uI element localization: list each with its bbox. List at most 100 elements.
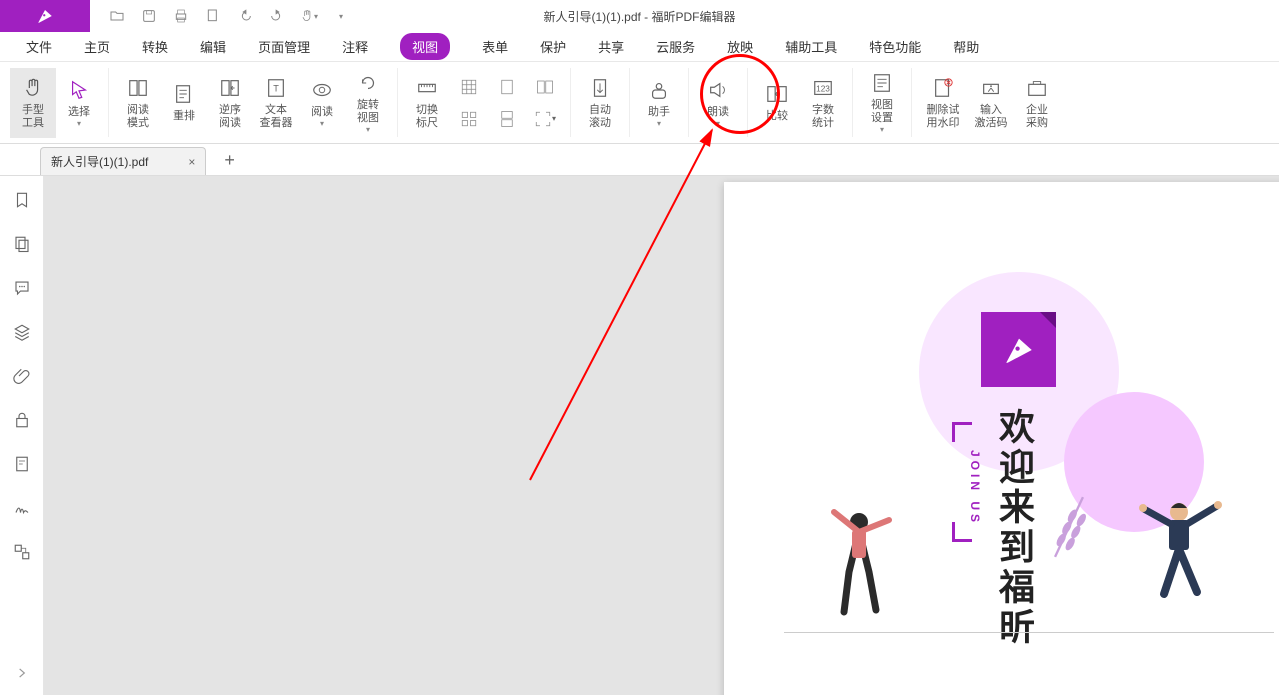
menu-convert[interactable]: 转换 <box>142 37 168 56</box>
menu-special[interactable]: 特色功能 <box>869 37 921 56</box>
document-tab[interactable]: 新人引导(1)(1).pdf × <box>40 147 206 175</box>
settings-icon <box>870 71 894 95</box>
pdf-page: JOIN US 欢迎来到福昕 <box>724 182 1279 695</box>
compare-button[interactable]: 比较 <box>754 68 800 138</box>
compare-label: 比较 <box>766 110 788 123</box>
menu-home[interactable]: 主页 <box>84 37 110 56</box>
layers-icon[interactable] <box>12 322 32 342</box>
hand-tool-label: 手型 工具 <box>22 104 44 130</box>
single-page-icon[interactable] <box>492 77 522 97</box>
close-icon[interactable]: × <box>188 155 195 169</box>
open-icon[interactable] <box>108 7 126 25</box>
share-icon[interactable] <box>12 542 32 562</box>
grid-icon[interactable] <box>454 77 484 97</box>
save-icon[interactable] <box>140 7 158 25</box>
enter-code-button[interactable]: 输入 激活码 <box>968 68 1014 138</box>
svg-text:T: T <box>273 83 279 93</box>
ruler-icon <box>415 76 439 100</box>
select-button[interactable]: 选择 ▾ <box>56 68 102 138</box>
undo-icon[interactable] <box>236 7 254 25</box>
hand-tool-icon <box>21 76 45 100</box>
speaker-icon <box>706 78 730 102</box>
read-out-label: 朗读 <box>707 106 729 119</box>
bookmark-icon[interactable] <box>12 190 32 210</box>
continuous-icon[interactable] <box>492 109 522 129</box>
reflow-button[interactable]: 重排 <box>161 68 207 138</box>
menu-page-manage[interactable]: 页面管理 <box>258 37 310 56</box>
add-tab-button[interactable]: + <box>224 150 235 175</box>
auto-scroll-icon <box>588 76 612 100</box>
toggle-ruler-button[interactable]: 切换 标尺 <box>404 68 450 138</box>
menu-help[interactable]: 帮助 <box>953 37 979 56</box>
menu-play[interactable]: 放映 <box>727 37 753 56</box>
chevron-down-icon: ▾ <box>880 125 884 134</box>
pen-nib-icon <box>1002 333 1036 367</box>
snap-icon[interactable] <box>454 109 484 129</box>
remove-trial-wm-button[interactable]: 删除试 用水印 <box>918 68 968 138</box>
svg-text:123: 123 <box>816 84 830 93</box>
page-icon[interactable] <box>204 7 222 25</box>
hand-icon[interactable]: ▾ <box>300 7 318 25</box>
hand-tool-button[interactable]: 手型 工具 <box>10 68 56 138</box>
reflow-label: 重排 <box>173 110 195 123</box>
pages-icon[interactable] <box>12 234 32 254</box>
attachment-icon[interactable] <box>12 366 32 386</box>
decorative-frame <box>952 422 972 442</box>
auto-scroll-button[interactable]: 自动 滚动 <box>577 68 623 138</box>
auto-scroll-label: 自动 滚动 <box>589 104 611 130</box>
enterprise-buy-button[interactable]: 企业 采购 <box>1014 68 1060 138</box>
app-logo[interactable] <box>0 0 90 32</box>
reverse-read-button[interactable]: 逆序 阅读 <box>207 68 253 138</box>
foxit-logo <box>981 312 1056 387</box>
word-count-icon: 123 <box>811 76 835 100</box>
toggle-ruler-label: 切换 标尺 <box>416 104 438 130</box>
menu-bar: 文件 主页 转换 编辑 页面管理 注释 视图 表单 保护 共享 云服务 放映 辅… <box>0 32 1279 62</box>
menu-protect[interactable]: 保护 <box>540 37 566 56</box>
menu-aux-tools[interactable]: 辅助工具 <box>785 37 837 56</box>
view-settings-label: 视图 设置 <box>871 99 893 125</box>
menu-form[interactable]: 表单 <box>482 37 508 56</box>
rotate-view-label: 旋转 视图 <box>357 99 379 125</box>
book-icon <box>126 76 150 100</box>
text-viewer-label: 文本 查看器 <box>260 104 293 130</box>
menu-share[interactable]: 共享 <box>598 37 624 56</box>
menu-view[interactable]: 视图 <box>400 33 450 60</box>
redo-icon[interactable] <box>268 7 286 25</box>
quick-access-toolbar: ▾ ▾ <box>108 7 350 25</box>
signature-icon[interactable] <box>12 498 32 518</box>
text-viewer-button[interactable]: T 文本 查看器 <box>253 68 299 138</box>
menu-edit[interactable]: 编辑 <box>200 37 226 56</box>
select-icon <box>67 78 91 102</box>
window-title: 新人引导(1)(1).pdf - 福昕PDF编辑器 <box>543 8 735 25</box>
chevron-down-icon: ▾ <box>716 119 720 128</box>
chevron-down-icon: ▾ <box>77 119 81 128</box>
ribbon: 手型 工具 选择 ▾ 阅读 模式 重排 逆序 阅读 T 文本 查看器 阅读 ▾ <box>0 62 1279 144</box>
chevron-down-icon: ▾ <box>657 119 661 128</box>
canvas-area[interactable]: JOIN US 欢迎来到福昕 <box>44 176 1279 695</box>
read-out-button[interactable]: 朗读 ▾ <box>695 68 741 138</box>
facing-icon[interactable] <box>530 77 560 97</box>
menu-file[interactable]: 文件 <box>26 37 52 56</box>
rotate-icon <box>356 71 380 95</box>
key-icon <box>979 76 1003 100</box>
fit-icon[interactable]: ▾ <box>530 109 560 129</box>
qat-dropdown-icon[interactable]: ▾ <box>332 7 350 25</box>
view-settings-button[interactable]: 视图 设置 ▾ <box>859 68 905 138</box>
menu-annotate[interactable]: 注释 <box>342 37 368 56</box>
rotate-view-button[interactable]: 旋转 视图 ▾ <box>345 68 391 138</box>
subheading-vertical: JOIN US <box>968 450 982 526</box>
comment-icon[interactable] <box>12 278 32 298</box>
menu-cloud[interactable]: 云服务 <box>656 37 695 56</box>
divider <box>784 632 1274 633</box>
word-count-button[interactable]: 123 字数 统计 <box>800 68 846 138</box>
read-mode-button[interactable]: 阅读 模式 <box>115 68 161 138</box>
sign-doc-icon[interactable] <box>12 454 32 474</box>
collapse-icon[interactable] <box>12 663 32 683</box>
security-icon[interactable] <box>12 410 32 430</box>
print-icon[interactable] <box>172 7 190 25</box>
assistant-button[interactable]: 助手 ▾ <box>636 68 682 138</box>
chevron-down-icon: ▾ <box>366 125 370 134</box>
side-panel-rail <box>0 176 44 695</box>
read-aloud-button[interactable]: 阅读 ▾ <box>299 68 345 138</box>
enter-code-label: 输入 激活码 <box>975 104 1008 130</box>
